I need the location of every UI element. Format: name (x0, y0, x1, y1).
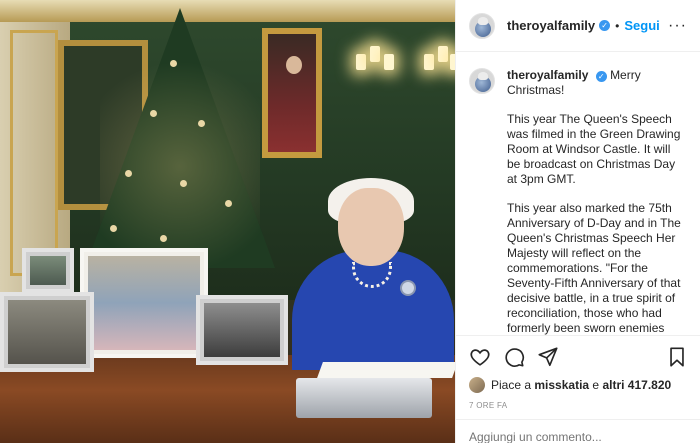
likes-summary: Piace a misskatia e altri 417.820 (469, 377, 688, 393)
caption-text: theroyalfamily ✓ Merry Christmas! This y… (507, 68, 687, 335)
comment-box (456, 419, 700, 443)
ornament (170, 60, 177, 67)
likes-prefix: Piace a (491, 378, 532, 392)
caption-paragraph: This year also marked the 75th Anniversa… (507, 201, 681, 335)
ornament (150, 110, 157, 117)
brooch (402, 282, 414, 294)
ornament (110, 225, 117, 232)
caption-username[interactable]: theroyalfamily (507, 68, 588, 82)
ornament (225, 200, 232, 207)
photo-frame (80, 248, 208, 358)
comment-input[interactable] (469, 430, 688, 443)
ornament (160, 235, 167, 242)
verified-badge-icon: ✓ (595, 71, 607, 82)
follow-button[interactable]: Segui (624, 18, 659, 33)
heart-icon[interactable] (469, 346, 491, 368)
liker-username[interactable]: misskatia (534, 378, 589, 392)
post-sidebar: theroyalfamily ✓ • Segui ··· theroyalfam… (455, 0, 700, 443)
photo-frame (196, 295, 288, 365)
post-timestamp[interactable]: 7 ORE FA (469, 401, 688, 410)
tree-lights (100, 40, 260, 270)
verified-badge-icon: ✓ (599, 20, 611, 31)
avatar[interactable] (469, 12, 495, 39)
caption-paragraph: This year The Queen's Speech was filmed … (507, 112, 681, 186)
share-icon[interactable] (537, 346, 559, 368)
bookmark-icon[interactable] (666, 346, 688, 368)
photo-frame (22, 248, 74, 293)
ornament (125, 170, 132, 177)
wall-sconce (352, 40, 398, 110)
photo-frame (0, 292, 94, 372)
username-link[interactable]: theroyalfamily (507, 18, 595, 33)
silver-box (296, 378, 432, 418)
liker-avatar[interactable] (469, 377, 485, 393)
post-header: theroyalfamily ✓ • Segui ··· (456, 0, 700, 52)
comment-icon[interactable] (503, 346, 525, 368)
wall-sconce (420, 40, 455, 110)
more-options-button[interactable]: ··· (668, 17, 687, 35)
ornament (180, 180, 187, 187)
speech-papers (317, 362, 455, 378)
ornament (198, 120, 205, 127)
likes-count-link[interactable]: altri 417.820 (602, 378, 671, 392)
action-bar: Piace a misskatia e altri 417.820 7 ORE … (456, 335, 700, 410)
separator-dot: • (615, 18, 620, 33)
avatar[interactable] (469, 68, 495, 94)
person-face (338, 188, 404, 266)
post-image[interactable] (0, 0, 455, 443)
caption-area: theroyalfamily ✓ Merry Christmas! This y… (456, 52, 700, 335)
likes-middle: e (592, 378, 600, 392)
